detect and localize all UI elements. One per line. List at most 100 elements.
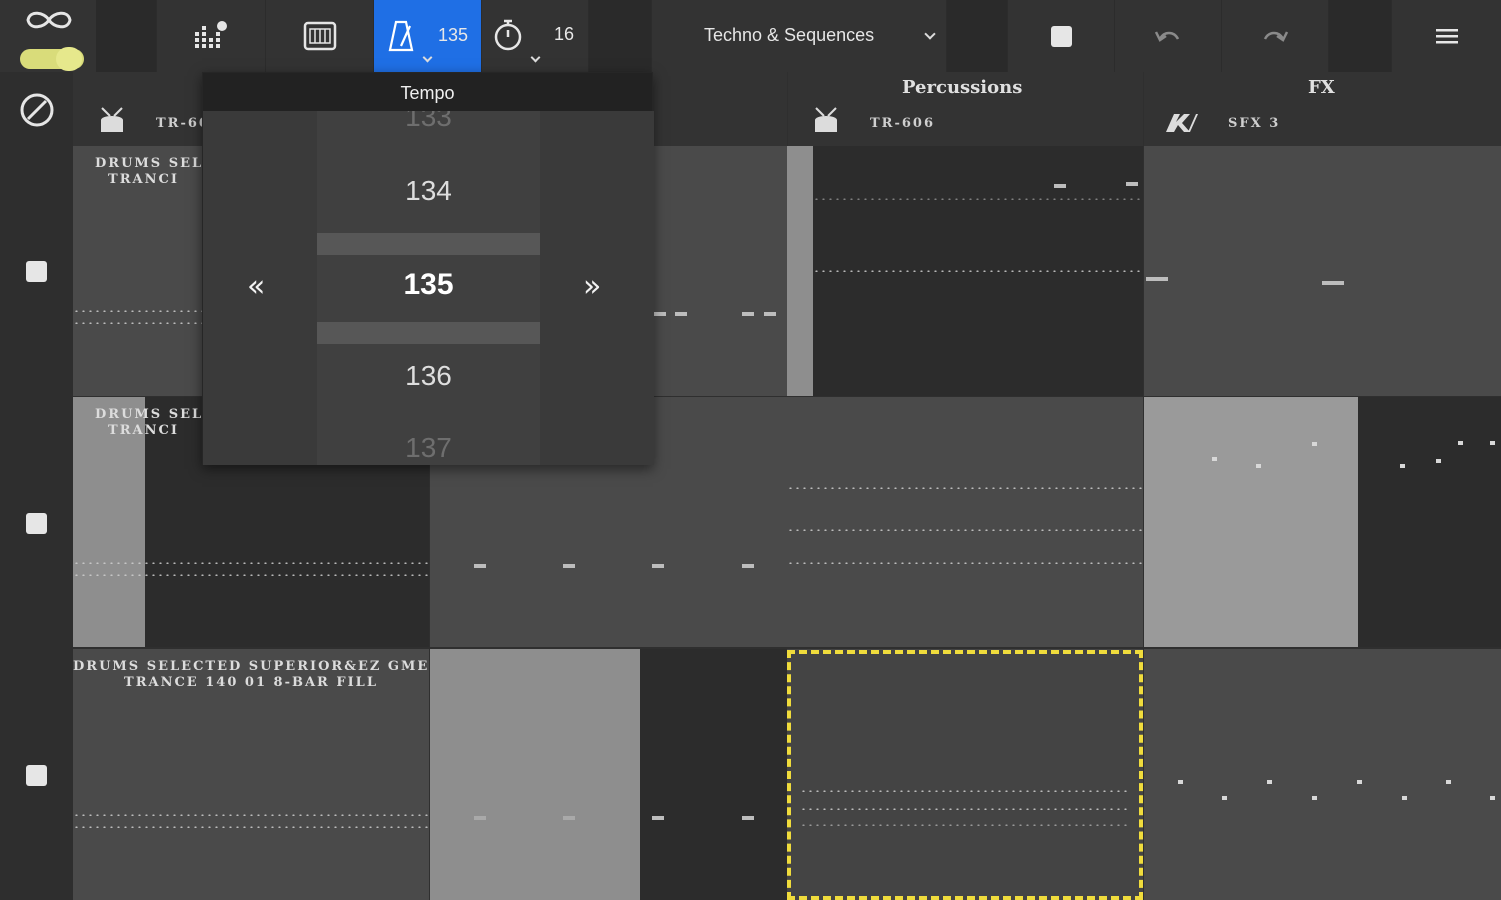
clip-note (652, 816, 664, 820)
tempo-popup-header: Tempo (203, 73, 652, 111)
group-label-fx: FX (1308, 77, 1335, 98)
undo-button[interactable] (1115, 0, 1221, 72)
clip-note (563, 816, 575, 820)
stop-icon (1050, 25, 1072, 47)
clip-note (1054, 184, 1066, 188)
clip-waveform (813, 198, 1143, 200)
clip-note (474, 564, 486, 568)
clip-note (1212, 457, 1217, 461)
wheel-selection-bar-bottom (317, 322, 540, 344)
top-toolbar: 135 16 Techno & Sequences (0, 0, 1501, 72)
clip-note (1126, 182, 1138, 186)
spacer (589, 0, 651, 72)
menu-button[interactable] (1392, 0, 1501, 72)
clip-waveform (73, 310, 203, 312)
wheel-selection-bar-top (317, 233, 540, 255)
disable-icon[interactable] (18, 91, 56, 129)
tempo-option[interactable]: 136 (317, 360, 540, 392)
tempo-button[interactable]: 135 (374, 0, 481, 72)
clip-note (1357, 780, 1362, 784)
steps-value: 16 (554, 24, 575, 44)
clip-note (1312, 442, 1317, 446)
steps-button[interactable]: 16 (482, 0, 588, 72)
tempo-popup: Tempo 133 134 135 136 137 « » (202, 72, 654, 465)
drum-icon (101, 107, 123, 132)
drum-icon (815, 107, 837, 132)
clip-note (1146, 277, 1168, 281)
clip-note (675, 312, 687, 316)
clip-note (654, 312, 666, 316)
clip-cell[interactable] (1144, 146, 1501, 396)
clip-note (563, 564, 575, 568)
tempo-option-selected[interactable]: 135 (317, 268, 540, 302)
clip-cell-playing[interactable] (640, 649, 787, 900)
loop-toggle-knob[interactable] (56, 47, 82, 71)
tempo-option[interactable]: 134 (317, 175, 540, 207)
clip-progress (1144, 397, 1358, 647)
clip-note (1458, 441, 1463, 445)
clip-waveform (73, 574, 429, 576)
keyboard-button[interactable] (266, 0, 373, 72)
spacer (1329, 0, 1391, 72)
clip-note (1400, 464, 1405, 468)
clip-title: DRUMS SELECTED SUPERIOR&EZ GME TRANCE 14… (73, 659, 430, 690)
group-label-percussions: Percussions (902, 77, 1023, 98)
selected-clip-outline (787, 650, 1143, 900)
clip-note (1267, 780, 1272, 784)
clip-note (1490, 796, 1495, 800)
scene-stop-button-3[interactable] (26, 765, 47, 786)
clip-cell[interactable] (787, 397, 1143, 647)
undo-icon (1154, 31, 1180, 42)
clip-note (742, 816, 754, 820)
preset-name: Techno & Sequences (704, 25, 875, 45)
clip-note (742, 312, 754, 316)
chevron-down-icon (422, 52, 433, 63)
clip-note (1256, 464, 1261, 468)
clip-waveform (787, 529, 1143, 531)
clip-note (1222, 796, 1227, 800)
tempo-popup-title: Tempo (400, 83, 455, 103)
clip-waveform (73, 322, 203, 324)
clip-waveform (73, 562, 429, 564)
clip-note (652, 564, 664, 568)
fx-logo-icon (1166, 114, 1198, 132)
clip-note (764, 312, 776, 316)
loop-icon[interactable] (24, 8, 74, 32)
clip-waveform (813, 270, 1143, 272)
spacer (96, 0, 156, 72)
redo-icon (1263, 31, 1289, 42)
clip-note (1402, 796, 1407, 800)
mixer-icon (195, 21, 227, 48)
clip-note (1322, 281, 1344, 285)
clip-cell-playing[interactable] (1358, 397, 1501, 647)
tempo-increase-button[interactable]: » (583, 269, 601, 304)
metronome-icon (388, 20, 414, 52)
clip-note (1490, 441, 1495, 445)
clip-cell[interactable] (1144, 649, 1501, 900)
clip-note (474, 816, 486, 820)
clip-note (742, 564, 754, 568)
stop-button[interactable] (1008, 0, 1114, 72)
spacer (947, 0, 1007, 72)
clip-note (1312, 796, 1317, 800)
instrument-label-3: TR-606 (870, 116, 936, 131)
scene-stop-button-2[interactable] (26, 513, 47, 534)
tempo-decrease-button[interactable]: « (247, 269, 265, 304)
instrument-label-4: SFX 3 (1228, 116, 1281, 131)
clip-waveform (73, 826, 429, 828)
timer-icon (494, 19, 522, 51)
tempo-option[interactable]: 137 (317, 431, 540, 465)
clip-waveform (787, 562, 1143, 564)
chevron-down-icon (530, 52, 541, 63)
clip-progress (787, 146, 813, 396)
mixer-button[interactable] (157, 0, 265, 72)
chevron-down-icon (924, 28, 936, 40)
menu-icon (1435, 29, 1458, 44)
keyboard-icon (303, 21, 336, 51)
tempo-option[interactable]: 133 (317, 111, 540, 137)
clip-note (1436, 459, 1441, 463)
preset-selector[interactable]: Techno & Sequences (652, 0, 946, 72)
clip-progress (430, 649, 640, 900)
scene-stop-button-1[interactable] (26, 261, 47, 282)
redo-button[interactable] (1222, 0, 1328, 72)
